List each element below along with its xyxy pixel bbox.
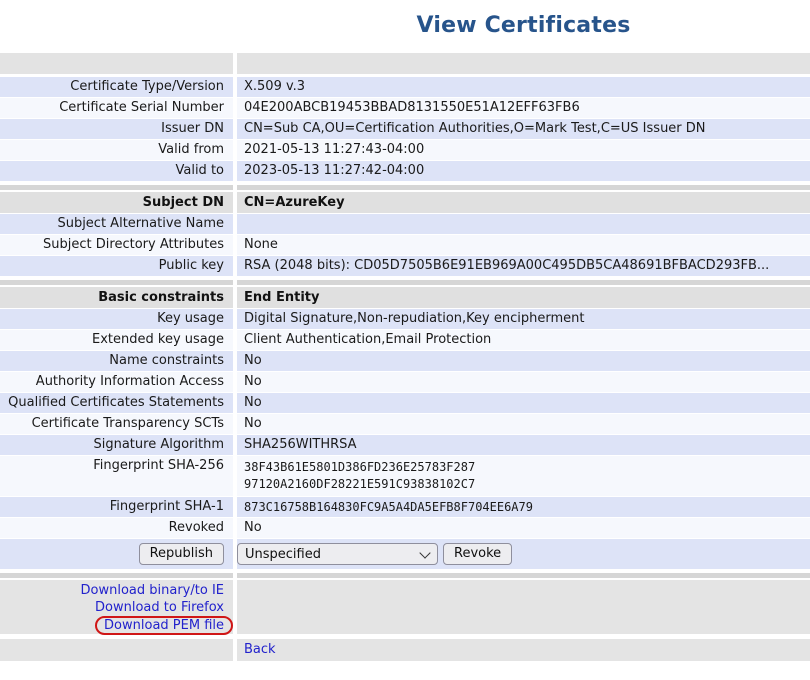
back-link[interactable]: Back bbox=[244, 642, 276, 657]
section-separator bbox=[0, 573, 810, 578]
separator-left-cell bbox=[0, 573, 233, 578]
row-key-usage: Key usageDigital Signature,Non-repudiati… bbox=[0, 309, 810, 329]
value-certificate-serial-number: 04E200ABCB19453BBAD8131550E51A12EFF63FB6 bbox=[237, 98, 810, 118]
label-certificate-transparency-scts: Certificate Transparency SCTs bbox=[0, 414, 233, 434]
row-fingerprint-sha-256: Fingerprint SHA-25638F43B61E5801D386FD23… bbox=[0, 456, 810, 496]
row-valid-to: Valid to2023-05-13 11:27:42-04:00 bbox=[0, 161, 810, 181]
row-issuer-dn: Issuer DNCN=Sub CA,OU=Certification Auth… bbox=[0, 119, 810, 139]
download-link-line: Download to Firefox bbox=[0, 599, 224, 616]
label-signature-algorithm: Signature Algorithm bbox=[0, 435, 233, 455]
row-certificate-type-version: Certificate Type/VersionX.509 v.3 bbox=[0, 77, 810, 97]
label-issuer-dn: Issuer DN bbox=[0, 119, 233, 139]
value-key-usage: Digital Signature,Non-repudiation,Key en… bbox=[237, 309, 810, 329]
label-basic-constraints: Basic constraints bbox=[0, 287, 233, 308]
label-qualified-certificates-statements: Qualified Certificates Statements bbox=[0, 393, 233, 413]
value-line-fingerprint-sha-256: 38F43B61E5801D386FD236E25783F287 bbox=[244, 459, 810, 476]
revoke-button[interactable]: Revoke bbox=[443, 543, 512, 565]
revocation-reason-select[interactable]: Unspecified bbox=[237, 543, 438, 565]
back-row-left-cell bbox=[0, 639, 233, 661]
value-certificate-transparency-scts: No bbox=[237, 414, 810, 434]
separator-left-cell bbox=[0, 53, 233, 74]
label-fingerprint-sha-1: Fingerprint SHA-1 bbox=[0, 497, 233, 517]
value-authority-information-access: No bbox=[237, 372, 810, 392]
label-subject-dn: Subject DN bbox=[0, 192, 233, 213]
download-links-cell: Download binary/to IE Download to Firefox… bbox=[0, 580, 233, 634]
certificate-actions-row: Republish UnspecifiedRevoke bbox=[0, 539, 810, 569]
label-extended-key-usage: Extended key usage bbox=[0, 330, 233, 350]
label-valid-from: Valid from bbox=[0, 140, 233, 160]
back-row-right-cell: Back bbox=[237, 639, 810, 661]
separator-right-cell bbox=[237, 280, 810, 285]
row-certificate-serial-number: Certificate Serial Number04E200ABCB19453… bbox=[0, 98, 810, 118]
separator-right-cell bbox=[237, 185, 810, 190]
label-certificate-serial-number: Certificate Serial Number bbox=[0, 98, 233, 118]
row-fingerprint-sha-1: Fingerprint SHA-1873C16758B164830FC9A5A4… bbox=[0, 497, 810, 517]
separator-right-cell bbox=[237, 53, 810, 74]
row-subject-dn: Subject DNCN=AzureKey bbox=[0, 192, 810, 213]
label-key-usage: Key usage bbox=[0, 309, 233, 329]
row-revoked: RevokedNo bbox=[0, 518, 810, 538]
label-valid-to: Valid to bbox=[0, 161, 233, 181]
republish-cell: Republish bbox=[0, 539, 233, 569]
certificate-table: Certificate Type/VersionX.509 v.3Certifi… bbox=[0, 53, 810, 661]
row-qualified-certificates-statements: Qualified Certificates StatementsNo bbox=[0, 393, 810, 413]
download-links-row: Download binary/to IE Download to Firefox… bbox=[0, 580, 810, 634]
label-authority-information-access: Authority Information Access bbox=[0, 372, 233, 392]
annotation-oval: Download PEM file bbox=[95, 616, 233, 635]
download-link-line: Download binary/to IE bbox=[0, 582, 224, 599]
value-line-fingerprint-sha-256: 97120A2160DF28221E591C93838102C7 bbox=[244, 476, 810, 493]
value-public-key: RSA (2048 bits): CD05D7505B6E91EB969A00C… bbox=[237, 256, 810, 276]
page-header: View Certificates bbox=[237, 0, 810, 53]
row-subject-directory-attributes: Subject Directory AttributesNone bbox=[0, 235, 810, 255]
separator-right-cell bbox=[237, 573, 810, 578]
label-subject-directory-attributes: Subject Directory Attributes bbox=[0, 235, 233, 255]
download-link-download-binary-to-ie[interactable]: Download binary/to IE bbox=[81, 583, 224, 598]
value-extended-key-usage: Client Authentication,Email Protection bbox=[237, 330, 810, 350]
back-row: Back bbox=[0, 639, 810, 661]
label-certificate-type-version: Certificate Type/Version bbox=[0, 77, 233, 97]
section-separator bbox=[0, 280, 810, 285]
row-name-constraints: Name constraintsNo bbox=[0, 351, 810, 371]
download-link-line: Download PEM file bbox=[0, 616, 224, 635]
row-authority-information-access: Authority Information AccessNo bbox=[0, 372, 810, 392]
value-subject-alternative-name bbox=[237, 214, 810, 234]
download-link-download-pem-file[interactable]: Download PEM file bbox=[104, 618, 224, 633]
value-qualified-certificates-statements: No bbox=[237, 393, 810, 413]
revoke-cell: UnspecifiedRevoke bbox=[237, 539, 810, 569]
value-issuer-dn: CN=Sub CA,OU=Certification Authorities,O… bbox=[237, 119, 810, 139]
republish-button[interactable]: Republish bbox=[139, 543, 224, 565]
value-valid-to: 2023-05-13 11:27:42-04:00 bbox=[237, 161, 810, 181]
value-subject-dn: CN=AzureKey bbox=[237, 192, 810, 213]
value-name-constraints: No bbox=[237, 351, 810, 371]
value-revoked: No bbox=[237, 518, 810, 538]
separator-left-cell bbox=[0, 185, 233, 190]
label-fingerprint-sha-256: Fingerprint SHA-256 bbox=[0, 456, 233, 496]
label-name-constraints: Name constraints bbox=[0, 351, 233, 371]
value-basic-constraints: End Entity bbox=[237, 287, 810, 308]
label-public-key: Public key bbox=[0, 256, 233, 276]
value-subject-directory-attributes: None bbox=[237, 235, 810, 255]
download-link-download-to-firefox[interactable]: Download to Firefox bbox=[95, 600, 224, 615]
row-certificate-transparency-scts: Certificate Transparency SCTsNo bbox=[0, 414, 810, 434]
row-signature-algorithm: Signature AlgorithmSHA256WITHRSA bbox=[0, 435, 810, 455]
section-separator bbox=[0, 185, 810, 190]
value-valid-from: 2021-05-13 11:27:43-04:00 bbox=[237, 140, 810, 160]
label-subject-alternative-name: Subject Alternative Name bbox=[0, 214, 233, 234]
page-title: View Certificates bbox=[237, 13, 810, 38]
value-fingerprint-sha-1: 873C16758B164830FC9A5A4DA5EFB8F704EE6A79 bbox=[237, 497, 810, 517]
row-basic-constraints: Basic constraintsEnd Entity bbox=[0, 287, 810, 308]
row-subject-alternative-name: Subject Alternative Name bbox=[0, 214, 810, 234]
revocation-reason-select-wrap: Unspecified bbox=[237, 543, 438, 565]
value-signature-algorithm: SHA256WITHRSA bbox=[237, 435, 810, 455]
label-revoked: Revoked bbox=[0, 518, 233, 538]
row-valid-from: Valid from2021-05-13 11:27:43-04:00 bbox=[0, 140, 810, 160]
row-public-key: Public keyRSA (2048 bits): CD05D7505B6E9… bbox=[0, 256, 810, 276]
value-fingerprint-sha-256: 38F43B61E5801D386FD236E25783F28797120A21… bbox=[237, 456, 810, 496]
table-header-row bbox=[0, 53, 810, 74]
value-certificate-type-version: X.509 v.3 bbox=[237, 77, 810, 97]
row-extended-key-usage: Extended key usageClient Authentication,… bbox=[0, 330, 810, 350]
download-links-right-cell bbox=[237, 580, 810, 634]
separator-left-cell bbox=[0, 280, 233, 285]
